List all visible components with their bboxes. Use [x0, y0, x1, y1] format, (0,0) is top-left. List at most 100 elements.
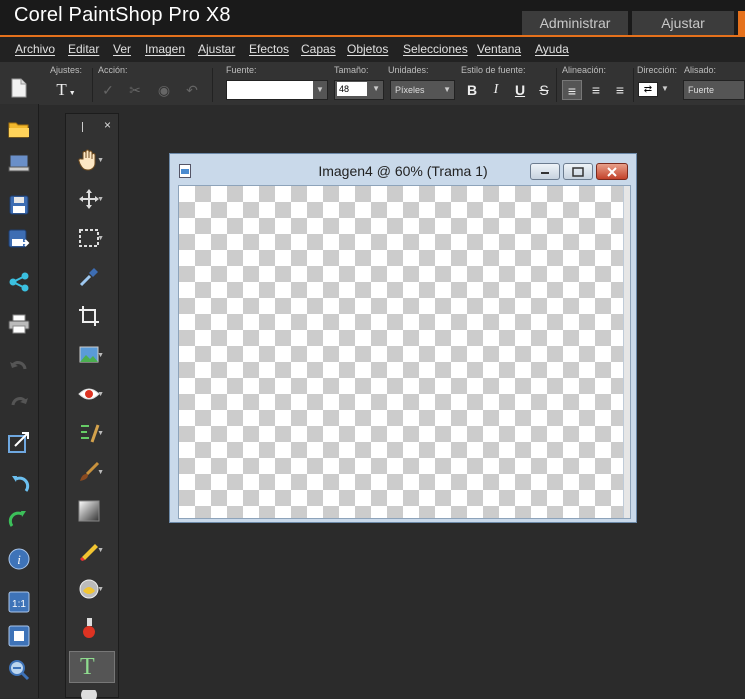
transparent-canvas[interactable]	[178, 185, 631, 519]
font-style-label: Estilo de fuente:	[461, 65, 526, 75]
new-file-icon[interactable]	[8, 77, 30, 99]
text-presets-button[interactable]: T ▼	[56, 80, 76, 100]
red-eye-tool[interactable]: ▼	[72, 378, 108, 410]
hand-icon	[78, 149, 96, 171]
chevron-down-icon: ▼	[97, 391, 104, 398]
rotate-right-icon[interactable]	[8, 508, 30, 530]
paint-brush-tool[interactable]: ▼	[72, 456, 108, 488]
cut-icon[interactable]: ✂	[125, 80, 145, 100]
separator	[633, 68, 634, 102]
units-label: Unidades:	[388, 65, 429, 75]
size-value: 48	[337, 82, 367, 96]
tool-options-bar: Ajustes: T ▼ Acción: ✓ ✂ ◉ ↶ Fuente: ▼ Ta…	[0, 61, 745, 105]
text-tool[interactable]: T	[69, 651, 115, 683]
font-value	[227, 86, 230, 97]
presets-label: Ajustes:	[50, 65, 83, 75]
menu-view[interactable]: Ver	[113, 42, 131, 56]
menu-adjust[interactable]: Ajustar	[198, 42, 235, 56]
bold-button[interactable]: B	[462, 80, 482, 100]
chevron-down-icon: ▼	[97, 352, 104, 359]
dropper-tool[interactable]	[72, 261, 108, 293]
menu-bar: Archivo Editar Ver Imagen Ajustar Efecto…	[0, 37, 745, 61]
apply-icon[interactable]: ✓	[98, 80, 118, 100]
tools-toolbar: × ▼ ▼ ▼ ▼ ▼ ▼ ▼ ▼ ▼ T	[65, 113, 119, 699]
move-tool[interactable]: ▼	[72, 183, 108, 215]
minimize-button[interactable]	[530, 163, 560, 180]
eye-icon[interactable]: ◉	[154, 80, 174, 100]
menu-window[interactable]: Ventana	[477, 42, 521, 56]
eraser-tool[interactable]: ▼	[72, 534, 108, 566]
action-label: Acción:	[98, 65, 128, 75]
menu-selections[interactable]: Selecciones	[403, 42, 468, 56]
maximize-button[interactable]	[563, 163, 593, 180]
chevron-down-icon: ▼	[97, 469, 104, 476]
menu-objects[interactable]: Objetos	[347, 42, 388, 56]
text-direction-icon: ⇄	[638, 82, 658, 97]
chevron-down-icon: ▼	[97, 547, 104, 554]
units-dropdown[interactable]: Píxeles ▼	[390, 80, 455, 100]
svg-text:1:1: 1:1	[12, 599, 26, 610]
resize-icon[interactable]	[8, 431, 30, 453]
restore-icon	[572, 166, 584, 177]
menu-image[interactable]: Imagen	[145, 42, 185, 56]
close-button[interactable]	[596, 163, 628, 180]
makeover-tool[interactable]: ▼	[72, 417, 108, 449]
info-icon[interactable]: i	[8, 548, 30, 570]
zoom-out-icon[interactable]	[8, 659, 30, 681]
undo-icon[interactable]	[8, 356, 30, 378]
close-icon[interactable]: ×	[104, 118, 111, 132]
chevron-down-icon: ▼	[97, 430, 104, 437]
title-bar: Corel PaintShop Pro X8 Administrar Ajust…	[0, 0, 745, 37]
image-window[interactable]: Imagen4 @ 60% (Trama 1)	[169, 153, 637, 523]
underline-button[interactable]: U	[510, 80, 530, 100]
menu-layers[interactable]: Capas	[301, 42, 336, 56]
tab-manage[interactable]: Administrar	[522, 11, 628, 35]
align-center-icon[interactable]: ≡	[586, 80, 606, 100]
vertical-scrollbar[interactable]	[623, 186, 630, 518]
undo-action-icon[interactable]: ↶	[182, 80, 202, 100]
chevron-down-icon: ▼	[97, 235, 104, 242]
print-icon[interactable]	[8, 313, 30, 335]
browse-icon[interactable]	[8, 152, 30, 174]
selection-tool[interactable]: ▼	[72, 222, 108, 254]
save-as-icon[interactable]	[8, 229, 30, 251]
antialias-value: Fuerte	[688, 85, 715, 95]
chevron-down-icon: ▼	[661, 84, 669, 93]
svg-text:i: i	[17, 552, 21, 567]
align-right-icon[interactable]: ≡	[610, 80, 630, 100]
tab-edit[interactable]	[738, 11, 745, 35]
font-dropdown[interactable]: ▼	[226, 80, 328, 100]
gradient-tool[interactable]	[72, 495, 108, 527]
pan-tool[interactable]: ▼	[72, 144, 108, 176]
save-icon[interactable]	[8, 194, 30, 216]
menu-edit[interactable]: Editar	[68, 42, 99, 56]
crop-tool[interactable]	[72, 300, 108, 332]
open-folder-icon[interactable]	[8, 118, 30, 140]
fill-tool[interactable]: ▼	[72, 573, 108, 605]
menu-file[interactable]: Archivo	[15, 42, 55, 56]
straighten-tool[interactable]: ▼	[72, 339, 108, 371]
clone-stamp-icon	[83, 618, 95, 638]
size-dropdown[interactable]: 48 ▼	[334, 80, 384, 100]
align-left-icon[interactable]: ≡	[562, 80, 582, 100]
share-icon[interactable]	[8, 271, 30, 293]
picture-tube-tool[interactable]	[72, 612, 108, 644]
fit-window-icon[interactable]	[8, 625, 30, 647]
chevron-down-icon: ▼	[372, 84, 380, 93]
toolbar-grip[interactable]	[82, 122, 87, 132]
size-label: Tamaño:	[334, 65, 369, 75]
menu-effects[interactable]: Efectos	[249, 42, 289, 56]
chevron-down-icon: ▼	[443, 85, 451, 94]
direction-dropdown[interactable]: ⇄ ▼	[638, 80, 670, 100]
actual-size-icon[interactable]: 1:1	[8, 591, 30, 613]
redo-icon[interactable]	[8, 392, 30, 414]
strikethrough-button[interactable]: S	[534, 80, 554, 100]
gradient-icon	[78, 500, 100, 522]
rotate-left-icon[interactable]	[8, 473, 30, 495]
antialias-dropdown[interactable]: Fuerte	[683, 80, 745, 100]
chevron-down-icon: ▼	[313, 81, 327, 99]
menu-help[interactable]: Ayuda	[535, 42, 569, 56]
italic-button[interactable]: I	[486, 80, 506, 100]
crop-icon	[79, 306, 99, 326]
tab-adjust[interactable]: Ajustar	[632, 11, 734, 35]
